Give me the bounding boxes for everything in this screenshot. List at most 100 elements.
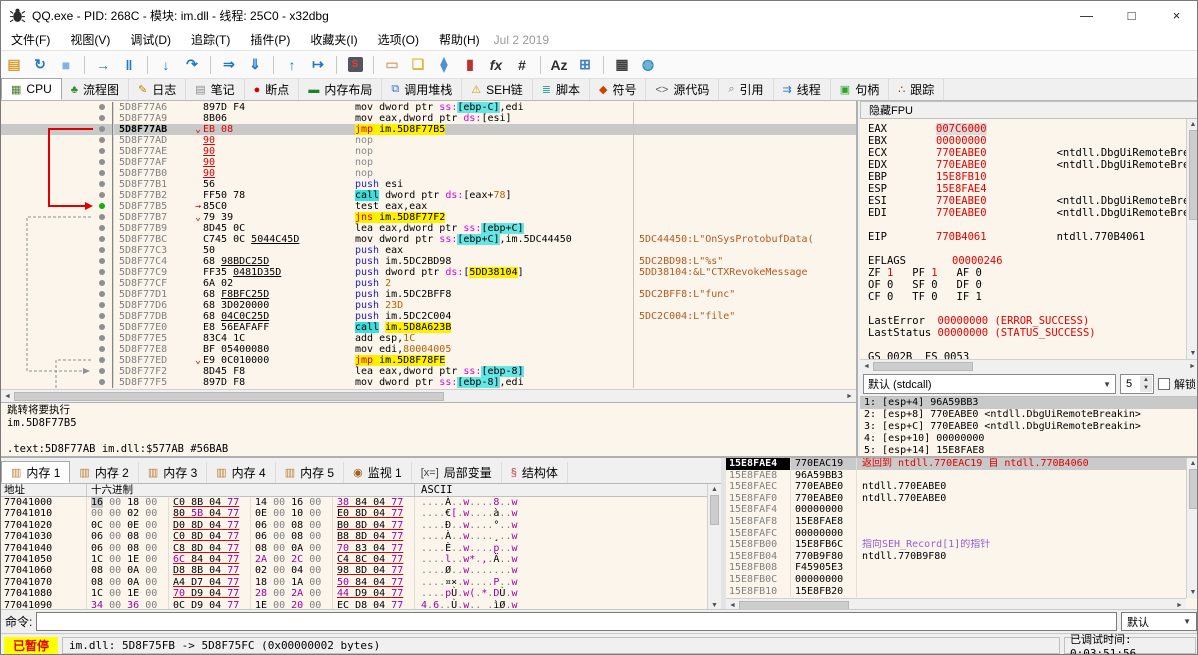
scroll-up-icon[interactable]: ▲ <box>1187 119 1198 130</box>
disasm-row[interactable]: 5D8F77E8 BF 05400080 mov edi,80004005 <box>1 344 856 355</box>
stack-row[interactable]: 15E8FB10 15E8FB20 <box>726 585 1186 598</box>
stack-row[interactable]: 15E8FAE8 96A59BB3 <box>726 469 1186 482</box>
breakpoint-dot[interactable] <box>99 148 105 154</box>
breakpoint-dot[interactable] <box>99 313 105 319</box>
breakpoint-dot[interactable] <box>99 181 105 187</box>
tab-SEH链[interactable]: ⚠ SEH链 <box>462 79 533 100</box>
patches-icon[interactable]: ▭ <box>380 54 404 76</box>
stack-row[interactable]: 15E8FAFC 00000000 <box>726 527 1186 540</box>
disassembly-hscrollbar[interactable]: ◄ ► <box>1 389 856 402</box>
tab-内存布局[interactable]: ▬ 内存布局 <box>299 79 383 100</box>
scroll-thumb[interactable] <box>873 361 973 371</box>
close-button[interactable]: × <box>1154 1 1197 29</box>
memory-goto-icon[interactable]: ⊞ <box>573 54 597 76</box>
breakpoint-dot[interactable] <box>99 214 105 220</box>
minimize-button[interactable]: — <box>1064 1 1109 29</box>
disasm-row[interactable]: 5D8F77C4 68 98BDC25D push im.5DC2BD98 5DC2B… <box>1 256 856 267</box>
tab-跟踪[interactable]: ∴ 跟踪 <box>889 79 945 100</box>
disasm-row[interactable]: 5D8F77B0 90 nop <box>1 168 856 179</box>
disasm-row[interactable]: 5D8F77D6 68 3D020000 push 23D <box>1 300 856 311</box>
disasm-row[interactable]: 5D8F77B1 56 push esi <box>1 179 856 190</box>
scroll-up-icon[interactable]: ▲ <box>708 484 721 495</box>
register-line[interactable]: ZF 1 PF 1 AF 0 <box>860 267 1186 279</box>
disasm-row[interactable]: 5D8F77DB 68 04C0C25D push im.5DC2C004 5DC2C… <box>1 311 856 322</box>
disasm-row[interactable]: 5D8F77E0 E8 56EAFAFF call im.5D8A623B <box>1 322 856 333</box>
spin-up-icon[interactable]: ▲ <box>1140 376 1152 384</box>
dump-row[interactable]: 77041080 1C 00 1E 00 70 D9 04 77 28 00 2A 0… <box>1 588 707 600</box>
disassembly-pane[interactable]: 5D8F77A6 897D F4 mov dword ptr ss:[ebp-C],… <box>1 101 858 456</box>
stack-row[interactable]: 15E8FAE4 770EAC19 返回到 ntdll.770EAC19 自 ntd… <box>726 458 1186 470</box>
stack-pane[interactable]: 15E8FAE4 770EAC19 返回到 ntdll.770EAC19 自 ntd… <box>726 458 1197 611</box>
disasm-row[interactable]: 5D8F77BC C745 0C 5044C45D mov dword ptr ss… <box>1 234 856 245</box>
breakpoint-dot[interactable] <box>99 368 105 374</box>
disasm-row[interactable]: 5D8F77A9 8B06 mov eax,dword ptr ds:[esi] <box>1 113 856 124</box>
run-to-cursor-icon[interactable]: ⇓ <box>243 54 267 76</box>
disasm-row[interactable]: 5D8F77AB ⌄ EB 08 jmp im.5D8F77B5 <box>1 124 856 135</box>
register-line[interactable]: CF 0 TF 0 IF 1 <box>860 291 1186 303</box>
run-to-user-code-icon[interactable]: ↦ <box>306 54 330 76</box>
register-line[interactable]: EDX770EABE0<ntdll.DbgUiRemoteBreakin> <box>860 159 1186 171</box>
argument-row[interactable]: 1: [esp+4] 96A59BB3 <box>860 397 1197 409</box>
disasm-row[interactable]: 5D8F77B5 → 85C0 test eax,eax <box>1 201 856 212</box>
register-line[interactable] <box>860 219 1186 231</box>
tab-日志[interactable]: ✎ 日志 <box>129 79 187 100</box>
tab-源代码[interactable]: <> 源代码 <box>646 79 720 100</box>
command-scope-select[interactable]: 默认 ▼ <box>1121 612 1197 631</box>
register-line[interactable]: ECX770EABE0<ntdll.DbgUiRemoteBreakin> <box>860 147 1186 159</box>
disasm-row[interactable]: 5D8F77ED ⌄ E9 0C010000 jmp im.5D8F78FE <box>1 355 856 366</box>
tab-符号[interactable]: ◆ 符号 <box>590 79 647 100</box>
menu-item[interactable]: 帮助(H) <box>429 29 490 51</box>
tab-线程[interactable]: ⇉ 线程 <box>774 79 831 100</box>
memory-dump-pane[interactable]: ▥ 内存 1 ▥ 内存 2 ▥ 内存 3 ▥ 内存 4 ▥ 内存 5 ◉ 监视 1 [x=] 局部变量 § 结… <box>1 458 721 611</box>
register-line[interactable] <box>860 243 1186 255</box>
scroll-thumb[interactable] <box>710 495 719 525</box>
step-over-icon[interactable]: ↷ <box>180 54 204 76</box>
register-line[interactable] <box>860 303 1186 315</box>
tab-流程图[interactable]: ♣ 流程图 <box>62 79 129 100</box>
call-arguments-list[interactable]: 1: [esp+4] 96A59BB3 2: [esp+8] 770EABE0 <… <box>860 396 1197 456</box>
disasm-row[interactable]: 5D8F77AF 90 nop <box>1 157 856 168</box>
scroll-right-icon[interactable]: ► <box>843 391 856 402</box>
breakpoint-dot[interactable] <box>99 137 105 143</box>
tab-内存 1[interactable]: ▥ 内存 1 <box>1 461 71 483</box>
execute-till-return-icon[interactable]: ⇒ <box>217 54 241 76</box>
bookmarks-icon[interactable]: ▮ <box>458 54 482 76</box>
labels-icon[interactable]: ⧫ <box>432 54 456 76</box>
register-line[interactable]: EIP 770B4061 ntdll.770B4061 <box>860 231 1186 243</box>
register-line[interactable]: EBX 00000000 <box>860 135 1186 147</box>
register-line[interactable]: LastStatus 00000000 (STATUS_SUCCESS) <box>860 327 1186 339</box>
disasm-row[interactable]: 5D8F77CF 6A 02 push 2 <box>1 278 856 289</box>
dump-vscrollbar[interactable]: ▲ ▼ <box>707 484 721 611</box>
scroll-left-icon[interactable]: ◄ <box>1 391 14 402</box>
breakpoint-dot[interactable] <box>99 357 105 363</box>
register-line[interactable]: GS 002B FS 0053 <box>860 351 1186 359</box>
scroll-right-icon[interactable]: ► <box>1186 361 1197 372</box>
unlock-checkbox[interactable] <box>1158 378 1170 390</box>
tab-笔记[interactable]: ▤ 笔记 <box>186 79 245 100</box>
tab-内存 2[interactable]: ▥ 内存 2 <box>70 462 139 483</box>
breakpoint-dot[interactable] <box>99 302 105 308</box>
tab-引用[interactable]: ⌕ 引用 <box>719 79 774 100</box>
restart-icon[interactable]: ↻ <box>28 54 52 76</box>
menu-item[interactable]: 视图(V) <box>60 29 120 51</box>
register-line[interactable]: EFLAGS 00000246 <box>860 255 1186 267</box>
menu-item[interactable]: 插件(P) <box>240 29 300 51</box>
register-line[interactable]: LastError 00000000 (ERROR_SUCCESS) <box>860 315 1186 327</box>
breakpoint-dot[interactable] <box>99 269 105 275</box>
registers-hscrollbar[interactable]: ◄ ► <box>860 359 1197 372</box>
menu-item[interactable]: 追踪(T) <box>181 29 240 51</box>
tab-内存 4[interactable]: ▥ 内存 4 <box>207 462 276 483</box>
disasm-row[interactable]: 5D8F77E5 83C4 1C add esp,1C <box>1 333 856 344</box>
breakpoint-dot[interactable] <box>99 236 105 242</box>
breakpoint-dot[interactable] <box>99 170 105 176</box>
tab-内存 3[interactable]: ▥ 内存 3 <box>139 462 208 483</box>
disasm-row[interactable]: 5D8F77F2 8D45 F8 lea eax,dword ptr ss:[ebp… <box>1 366 856 377</box>
stack-row[interactable]: 15E8FAF4 00000000 <box>726 504 1186 516</box>
tab-脚本[interactable]: ≣ 脚本 <box>533 79 590 100</box>
breakpoint-dot[interactable] <box>99 159 105 165</box>
dump-row[interactable]: 77041030 06 00 08 00 C0 8D 04 77 06 00 08 0… <box>1 531 707 543</box>
stack-row[interactable]: 15E8FB04 770B9F80 ntdll.770B9F80 <box>726 550 1186 563</box>
command-input[interactable] <box>36 612 1117 631</box>
stack-row[interactable]: 15E8FB0C 00000000 <box>726 573 1186 586</box>
stack-row[interactable]: 15E8FB08 F45905E3 <box>726 562 1186 574</box>
